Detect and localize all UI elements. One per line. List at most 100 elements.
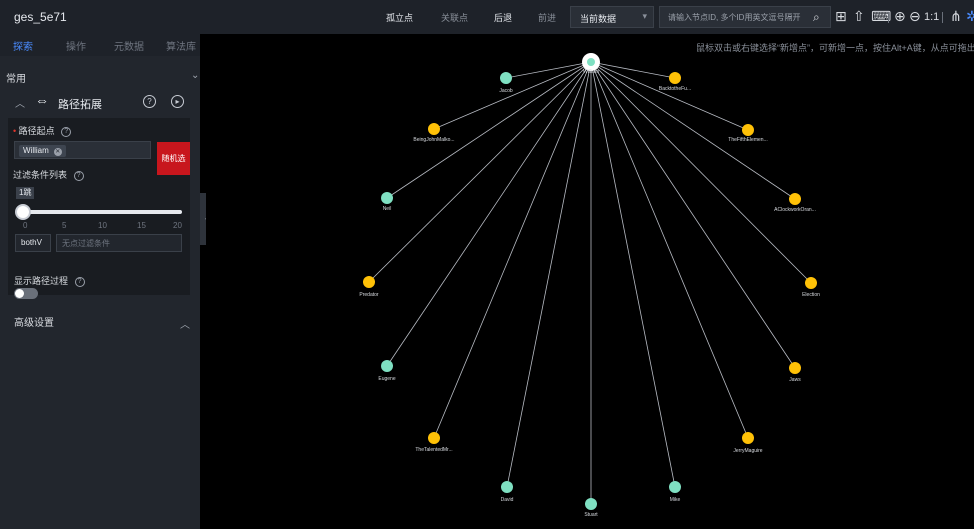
tab-algorithms[interactable]: 算法库 bbox=[166, 38, 196, 53]
hop-slider-thumb[interactable] bbox=[15, 204, 31, 220]
help-icon[interactable]: ? bbox=[143, 95, 156, 108]
graph-node[interactable]: Election bbox=[802, 277, 820, 298]
graph-edge[interactable] bbox=[386, 61, 592, 367]
graph-node[interactable]: Eugene bbox=[378, 360, 396, 382]
node-label: Predator bbox=[359, 292, 379, 298]
graph-edge[interactable] bbox=[590, 61, 796, 200]
graph-edge[interactable] bbox=[590, 61, 812, 284]
tab-operate[interactable]: 操作 bbox=[66, 38, 86, 53]
node-label: BacktotheFu... bbox=[659, 86, 691, 92]
start-point-text: 路径起点 bbox=[18, 126, 55, 136]
start-point-input[interactable]: William ✕ bbox=[14, 141, 151, 159]
close-icon[interactable]: ✕ bbox=[53, 148, 62, 156]
node-label: TheFifthElemen... bbox=[728, 137, 767, 143]
graph-edge[interactable] bbox=[590, 61, 749, 439]
graph-node[interactable]: Stuart bbox=[584, 498, 598, 518]
isolated-nodes-button[interactable]: 孤立点 bbox=[386, 11, 413, 24]
node-search-input[interactable] bbox=[659, 6, 831, 28]
start-point-label: • 路径起点 ? bbox=[13, 124, 72, 137]
graph-edge[interactable] bbox=[368, 61, 592, 283]
graph-node[interactable]: Jaws bbox=[789, 362, 801, 383]
path-expand-title: 路径拓展 bbox=[58, 99, 102, 111]
start-node-tag: William ✕ bbox=[19, 145, 66, 157]
graph-node[interactable]: David bbox=[501, 481, 514, 503]
hop-slider-track[interactable] bbox=[21, 210, 182, 214]
node-circle[interactable] bbox=[669, 481, 681, 493]
node-circle[interactable] bbox=[501, 481, 513, 493]
tab-metadata[interactable]: 元数据 bbox=[114, 38, 144, 53]
node-circle-inner bbox=[587, 58, 595, 66]
help-icon[interactable]: ? bbox=[61, 126, 72, 137]
node-label: Jacob bbox=[499, 88, 513, 94]
node-circle[interactable] bbox=[585, 498, 597, 510]
graph-node[interactable]: Predator bbox=[359, 276, 379, 298]
help-icon[interactable]: ? bbox=[73, 170, 84, 181]
search-icon[interactable]: ⌕ bbox=[813, 10, 820, 24]
run-icon[interactable]: ▸ bbox=[171, 95, 184, 108]
node-circle[interactable] bbox=[428, 432, 440, 444]
graph-edge[interactable] bbox=[386, 61, 592, 199]
node-circle[interactable] bbox=[500, 72, 512, 84]
graph-name: ges_5e71 bbox=[14, 10, 67, 24]
graph-node[interactable]: AClockworkOran... bbox=[774, 193, 816, 213]
node-label: Neil bbox=[383, 206, 392, 212]
forward-button[interactable]: 前进 bbox=[538, 11, 556, 24]
direction-select[interactable]: bothV bbox=[15, 234, 51, 252]
top-toolbar: ges_5e71 孤立点 关联点 后退 前进 当前数据 ▾ ⌕ ⊞ ⇧ ⌨ ⊕ … bbox=[0, 0, 974, 34]
path-expand-header[interactable]: ︿ ⇔ 路径拓展 ? ▸ bbox=[8, 90, 200, 116]
chevron-up-icon[interactable]: ︿ bbox=[15, 95, 25, 110]
node-circle[interactable] bbox=[381, 192, 393, 204]
graph-node[interactable]: Mike bbox=[669, 481, 681, 503]
related-nodes-button[interactable]: 关联点 bbox=[441, 11, 468, 24]
graph-edge[interactable] bbox=[433, 61, 592, 439]
import-icon[interactable]: ⊞ bbox=[835, 9, 847, 23]
zoom-out-icon[interactable]: ⊖ bbox=[909, 9, 921, 23]
tab-explore[interactable]: 探索 bbox=[13, 38, 33, 53]
graph-edge[interactable] bbox=[590, 61, 676, 488]
help-icon[interactable]: ? bbox=[74, 276, 85, 287]
node-circle[interactable] bbox=[742, 124, 754, 136]
data-source-select[interactable]: 当前数据 ▾ bbox=[570, 6, 654, 28]
graph-node[interactable]: BeingJohnMalko... bbox=[413, 123, 455, 143]
node-circle[interactable] bbox=[742, 432, 754, 444]
node-circle[interactable] bbox=[805, 277, 817, 289]
graph-edge[interactable] bbox=[505, 61, 592, 79]
node-circle[interactable] bbox=[789, 193, 801, 205]
slider-tick: 20 bbox=[173, 221, 182, 230]
graph-edge[interactable] bbox=[506, 61, 592, 488]
graph-node[interactable]: Neil bbox=[381, 192, 393, 212]
toolbar-divider bbox=[888, 12, 889, 23]
node-circle[interactable] bbox=[669, 72, 681, 84]
random-pick-button[interactable]: 随机选 bbox=[157, 142, 190, 175]
chevron-up-icon[interactable]: ︿ bbox=[180, 316, 190, 331]
graph-view[interactable]: William Jacob BacktotheFu... BeingJohnMalko… bbox=[206, 34, 974, 529]
node-circle[interactable] bbox=[428, 123, 440, 135]
node-circle[interactable] bbox=[789, 362, 801, 374]
panel-tabs: 探索 操作 元数据 算法库 bbox=[0, 34, 200, 56]
graph-node[interactable]: JerryMaguire bbox=[733, 432, 763, 454]
graph-node[interactable]: TheFifthElemen... bbox=[728, 124, 768, 143]
common-section-header[interactable]: 常用 ⌄ bbox=[0, 70, 200, 85]
common-section-title: 常用 bbox=[6, 74, 26, 85]
condition-input[interactable] bbox=[56, 234, 182, 252]
layout-icon[interactable]: ⋔ bbox=[950, 9, 962, 23]
node-circle[interactable] bbox=[363, 276, 375, 288]
graph-node-center[interactable]: William bbox=[582, 53, 600, 75]
settings-icon[interactable]: ✲ bbox=[966, 9, 974, 23]
zoom-reset-button[interactable]: 1:1 bbox=[924, 10, 939, 24]
graph-canvas[interactable]: 鼠标双击或右键选择“新增点”，可新增一点，按住Alt+A键，从点可拖出 Will… bbox=[206, 34, 974, 529]
graph-node[interactable]: TheTalentedMr... bbox=[415, 432, 453, 453]
graph-edge[interactable] bbox=[590, 61, 749, 131]
node-label: AClockworkOran... bbox=[774, 207, 816, 213]
node-circle[interactable] bbox=[381, 360, 393, 372]
advanced-section-header[interactable]: 高级设置 ︿ bbox=[0, 314, 200, 331]
back-button[interactable]: 后退 bbox=[494, 11, 512, 24]
toolbar-divider bbox=[942, 12, 943, 23]
show-path-toggle[interactable] bbox=[14, 288, 38, 299]
zoom-in-icon[interactable]: ⊕ bbox=[894, 9, 906, 23]
node-label: Stuart bbox=[584, 512, 598, 518]
graph-node[interactable]: BacktotheFu... bbox=[659, 72, 691, 92]
chevron-down-icon[interactable]: ⌄ bbox=[191, 70, 199, 81]
export-icon[interactable]: ⇧ bbox=[853, 9, 865, 23]
graph-node[interactable]: Jacob bbox=[499, 72, 513, 94]
